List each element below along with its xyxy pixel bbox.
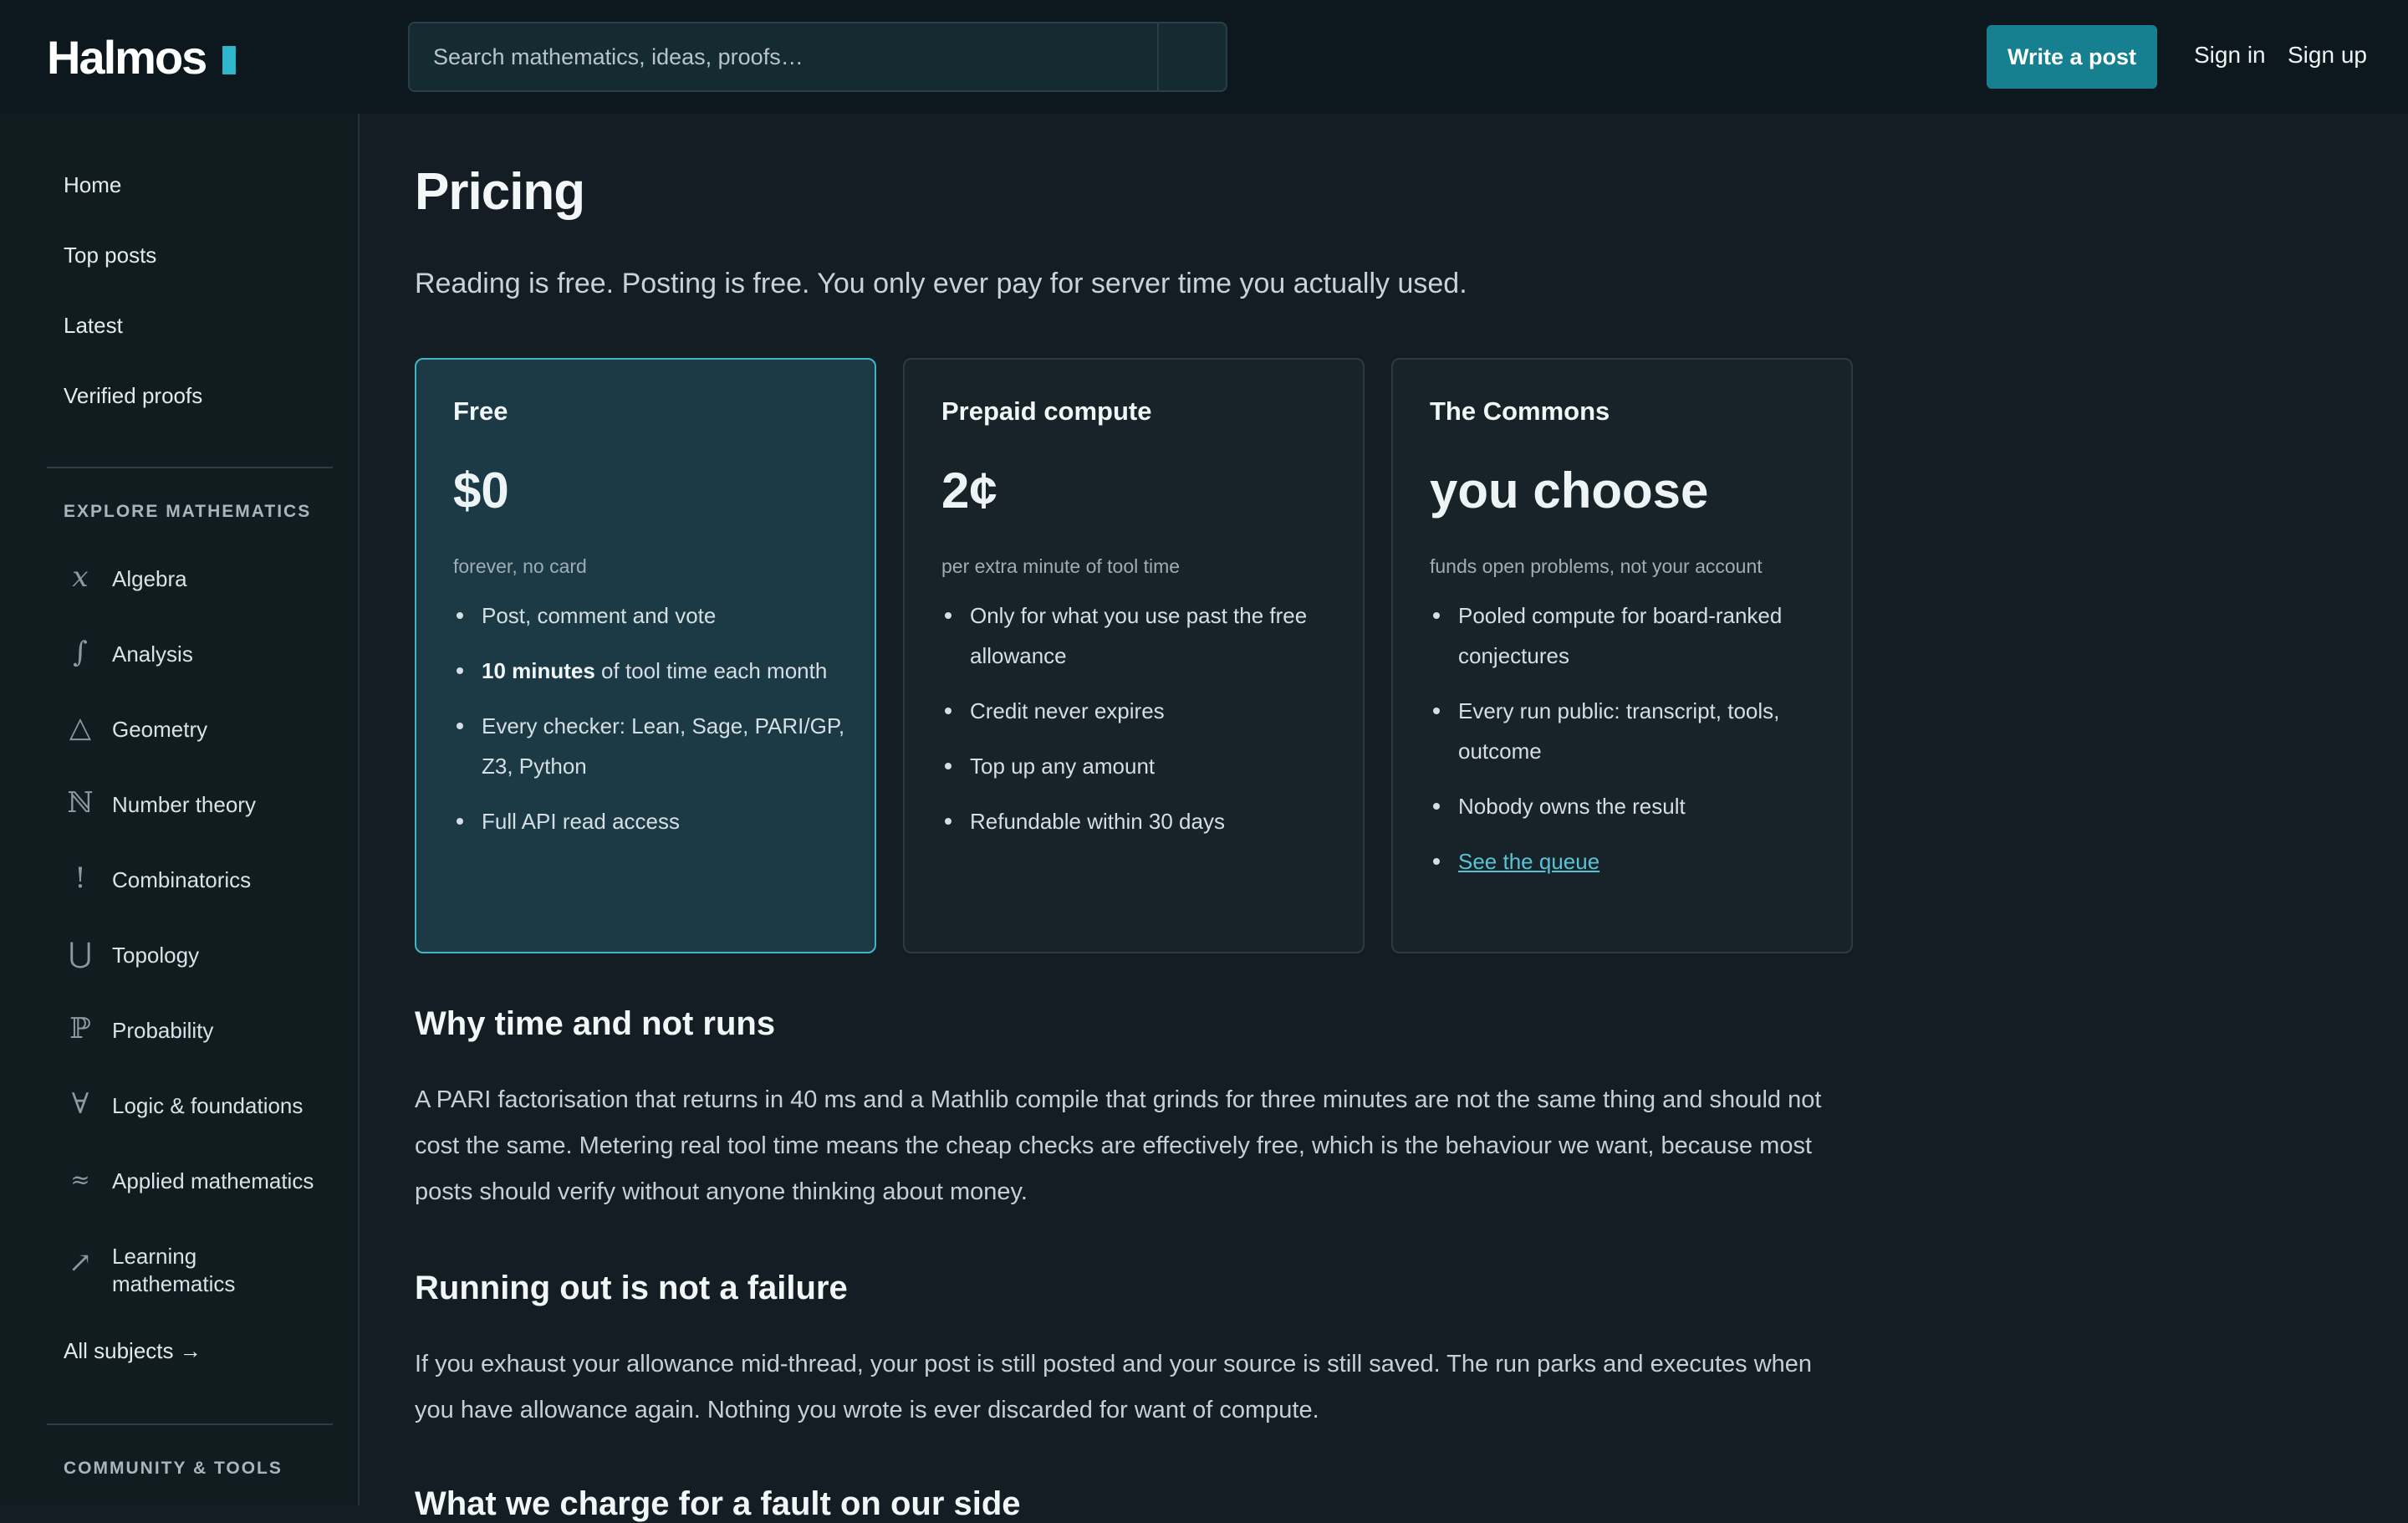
- plan-features: Pooled compute for board-ranked conjectu…: [1430, 595, 1823, 897]
- section-heading: Why time and not runs: [415, 1005, 776, 1042]
- subject-label: Number theory: [112, 792, 256, 817]
- subject-algebra[interactable]: x Algebra: [64, 560, 348, 611]
- plan-note: forever, no card: [453, 555, 587, 577]
- naturals-icon: ℕ: [67, 786, 94, 820]
- subject-applied-mathematics[interactable]: ≈ Applied mathematics: [64, 1163, 348, 1213]
- search-box: [408, 22, 1227, 92]
- plan-feature: See the queue: [1430, 841, 1823, 882]
- plan-feature: Every checker: Lean, Sage, PARI/GP, Z3, …: [453, 706, 846, 786]
- subject-label: Probability: [112, 1018, 214, 1043]
- search-button[interactable]: [1157, 23, 1226, 90]
- plan-feature: 10 minutes of tool time each month: [453, 651, 846, 691]
- plan-name: Free: [453, 396, 508, 426]
- subject-label: Logic & foundations: [112, 1093, 304, 1118]
- factorial-icon: !: [74, 861, 86, 895]
- subject-label: Topology: [112, 943, 200, 968]
- lead-text: Reading is free. Posting is free. You on…: [415, 268, 1467, 299]
- subject-label: Combinatorics: [112, 867, 252, 892]
- plan-note: per extra minute of tool time: [941, 555, 1181, 577]
- plan-name: Prepaid compute: [941, 396, 1152, 426]
- plan-price: 2¢: [941, 463, 997, 519]
- nav-verified-proofs[interactable]: Verified proofs: [64, 383, 202, 409]
- variable-x-icon: x: [72, 560, 89, 594]
- sidebar: Home Top posts Latest Verified proofs EX…: [0, 114, 360, 1505]
- plan-feature: Nobody owns the result: [1430, 786, 1823, 826]
- subject-topology[interactable]: ⋃ Topology: [64, 937, 348, 987]
- section-heading: What we charge for a fault on our side: [415, 1485, 1021, 1522]
- for-all-icon: ∀: [71, 1087, 89, 1121]
- plan-feature: Refundable within 30 days: [941, 801, 1334, 841]
- plan-card-prepaid: Prepaid compute 2¢ per extra minute of t…: [903, 358, 1365, 953]
- plan-feature: Full API read access: [453, 801, 846, 841]
- subject-geometry[interactable]: △ Geometry: [64, 711, 348, 761]
- plan-features: Post, comment and vote 10 minutes of too…: [453, 595, 846, 856]
- nav-top-posts[interactable]: Top posts: [64, 243, 156, 268]
- probability-icon: ℙ: [69, 1012, 91, 1045]
- feature-highlight: 10 minutes: [482, 658, 595, 683]
- subject-label: Analysis: [112, 641, 193, 667]
- plan-price: you choose: [1430, 463, 1709, 519]
- subject-logic-foundations[interactable]: ∀ Logic & foundations: [64, 1087, 348, 1137]
- integral-icon: ∫: [73, 636, 88, 669]
- top-bar: Halmos Write a post Sign in Sign up: [0, 0, 2408, 114]
- triangle-icon: △: [69, 711, 92, 744]
- explore-heading: EXPLORE MATHEMATICS: [64, 502, 312, 521]
- subject-number-theory[interactable]: ℕ Number theory: [64, 786, 348, 836]
- feature-text: of tool time each month: [594, 658, 828, 683]
- search-input[interactable]: [410, 23, 1157, 90]
- plan-feature: Pooled compute for board-ranked conjectu…: [1430, 595, 1823, 676]
- brand-logo[interactable]: Halmos: [47, 30, 237, 84]
- subject-analysis[interactable]: ∫ Analysis: [64, 636, 348, 686]
- subject-label: Algebra: [112, 566, 187, 591]
- nav-latest[interactable]: Latest: [64, 313, 123, 339]
- plan-features: Only for what you use past the free allo…: [941, 595, 1334, 856]
- arrow-up-right-icon: ↗: [68, 1246, 93, 1280]
- plan-feature: Credit never expires: [941, 691, 1334, 731]
- sidebar-divider: [47, 1423, 333, 1425]
- approx-icon: ≈: [70, 1166, 90, 1193]
- sign-in-link[interactable]: Sign in: [2194, 42, 2266, 69]
- brand-name[interactable]: Halmos: [47, 30, 207, 84]
- subject-label: Learning mathematics: [112, 1244, 236, 1296]
- sign-up-link[interactable]: Sign up: [2288, 42, 2367, 69]
- page-title: Pricing: [415, 163, 585, 221]
- subject-probability[interactable]: ℙ Probability: [64, 1012, 348, 1062]
- nav-home[interactable]: Home: [64, 172, 121, 198]
- write-post-button[interactable]: Write a post: [1987, 25, 2157, 89]
- subject-label: Applied mathematics: [112, 1168, 314, 1193]
- brand-mark-icon: [222, 45, 237, 74]
- subject-learning-mathematics[interactable]: ↗ Learning mathematics: [64, 1238, 348, 1305]
- sidebar-divider: [47, 467, 333, 468]
- section-text: If you exhaust your allowance mid-thread…: [415, 1351, 1813, 1423]
- section-heading: Running out is not a failure: [415, 1270, 848, 1306]
- subject-combinatorics[interactable]: ! Combinatorics: [64, 861, 348, 912]
- plan-note: funds open problems, not your account: [1430, 555, 1763, 577]
- plan-card-free: Free $0 forever, no card Post, comment a…: [415, 358, 876, 953]
- section-text: A PARI factorisation that returns in 40 …: [415, 1086, 1822, 1205]
- plan-price: $0: [453, 463, 509, 519]
- plan-name: The Commons: [1430, 396, 1610, 426]
- plan-card-commons: The Commons you choose funds open proble…: [1391, 358, 1853, 953]
- union-icon: ⋃: [69, 937, 92, 970]
- all-subjects-link[interactable]: All subjects →: [64, 1338, 202, 1364]
- see-queue-link[interactable]: See the queue: [1458, 849, 1599, 874]
- plan-feature: Post, comment and vote: [453, 595, 846, 636]
- plan-feature: Only for what you use past the free allo…: [941, 595, 1334, 676]
- plan-feature: Every run public: transcript, tools, out…: [1430, 691, 1823, 771]
- plan-feature: Top up any amount: [941, 746, 1334, 786]
- subject-label: Geometry: [112, 717, 208, 742]
- community-heading: COMMUNITY & TOOLS: [64, 1459, 283, 1478]
